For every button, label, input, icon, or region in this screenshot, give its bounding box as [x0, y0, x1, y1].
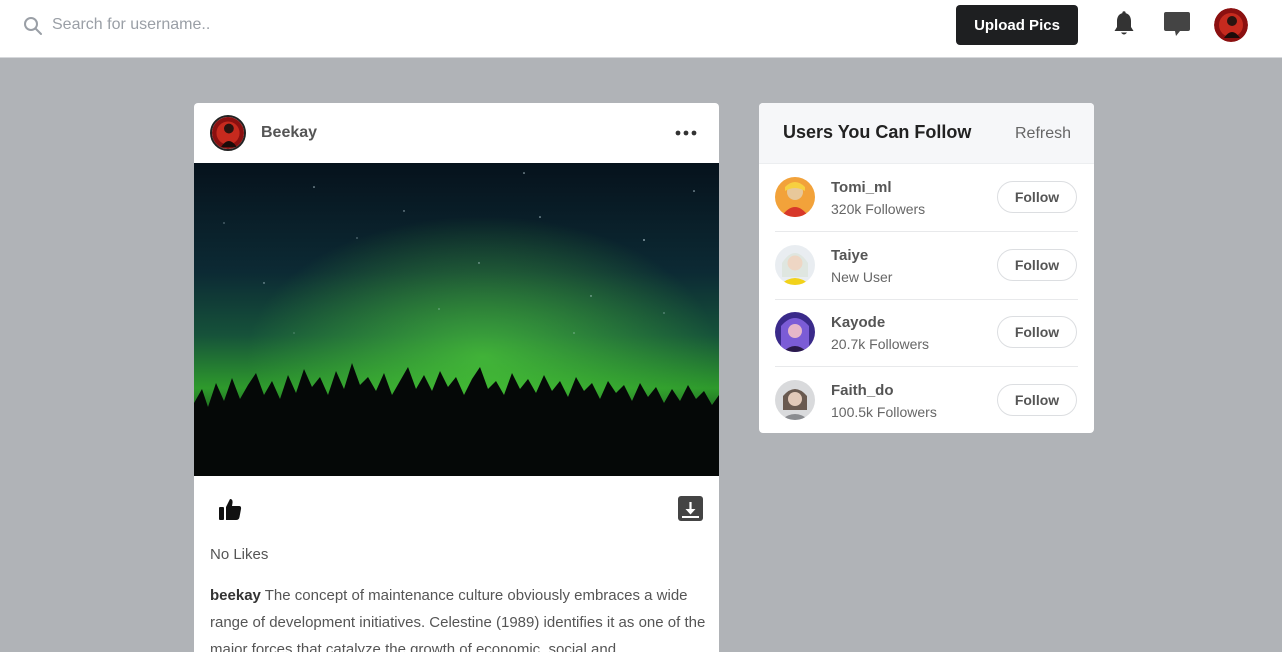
- post-header: Beekay: [194, 103, 719, 163]
- caption-text: The concept of maintenance culture obvio…: [210, 587, 706, 652]
- suggested-user-row: Kayode 20.7k Followers Follow: [775, 299, 1078, 367]
- avatar[interactable]: [1214, 8, 1248, 42]
- suggestions-card: Users You Can Follow Refresh Tomi_ml 320…: [759, 103, 1094, 433]
- user-avatar[interactable]: [775, 245, 815, 285]
- post-card: Beekay No Likes beekay The concept of ma…: [194, 103, 719, 652]
- user-name[interactable]: Kayode: [831, 314, 885, 331]
- follow-button[interactable]: Follow: [997, 316, 1077, 348]
- post-caption: beekay The concept of maintenance cultur…: [210, 582, 710, 652]
- suggested-user-row: Faith_do 100.5k Followers Follow: [775, 367, 1078, 433]
- post-author-avatar[interactable]: [210, 115, 246, 151]
- upload-pics-button[interactable]: Upload Pics: [956, 5, 1078, 45]
- follow-button[interactable]: Follow: [997, 181, 1077, 213]
- like-thumbs-up-icon[interactable]: [218, 497, 242, 521]
- likes-count: No Likes: [210, 546, 269, 563]
- bell-icon[interactable]: [1113, 11, 1135, 37]
- user-follower-count: 100.5k Followers: [831, 404, 937, 420]
- user-name[interactable]: Tomi_ml: [831, 179, 892, 196]
- more-options-icon[interactable]: [674, 123, 698, 143]
- user-avatar[interactable]: [775, 380, 815, 420]
- suggestions-title: Users You Can Follow: [783, 122, 972, 142]
- follow-button[interactable]: Follow: [997, 249, 1077, 281]
- download-icon[interactable]: [678, 496, 703, 521]
- user-name[interactable]: Faith_do: [831, 382, 894, 399]
- top-navbar: Upload Pics: [0, 0, 1282, 58]
- caption-username[interactable]: beekay: [210, 587, 261, 604]
- user-avatar[interactable]: [775, 312, 815, 352]
- suggested-user-row: Taiye New User Follow: [775, 232, 1078, 300]
- post-image: [194, 163, 719, 476]
- user-follower-count: 20.7k Followers: [831, 336, 930, 352]
- user-follower-count: New User: [831, 269, 893, 285]
- follow-button[interactable]: Follow: [997, 384, 1077, 416]
- search-input[interactable]: [52, 10, 472, 40]
- suggested-user-row: Tomi_ml 320k Followers Follow: [775, 164, 1078, 232]
- user-name[interactable]: Taiye: [831, 247, 868, 264]
- suggestions-header: Users You Can Follow Refresh: [759, 103, 1094, 164]
- user-follower-count: 320k Followers: [831, 201, 926, 217]
- user-avatar[interactable]: [775, 177, 815, 217]
- search-icon: [24, 17, 42, 35]
- refresh-button[interactable]: Refresh: [1015, 125, 1071, 143]
- chat-icon[interactable]: [1163, 11, 1191, 38]
- post-username[interactable]: Beekay: [261, 124, 317, 142]
